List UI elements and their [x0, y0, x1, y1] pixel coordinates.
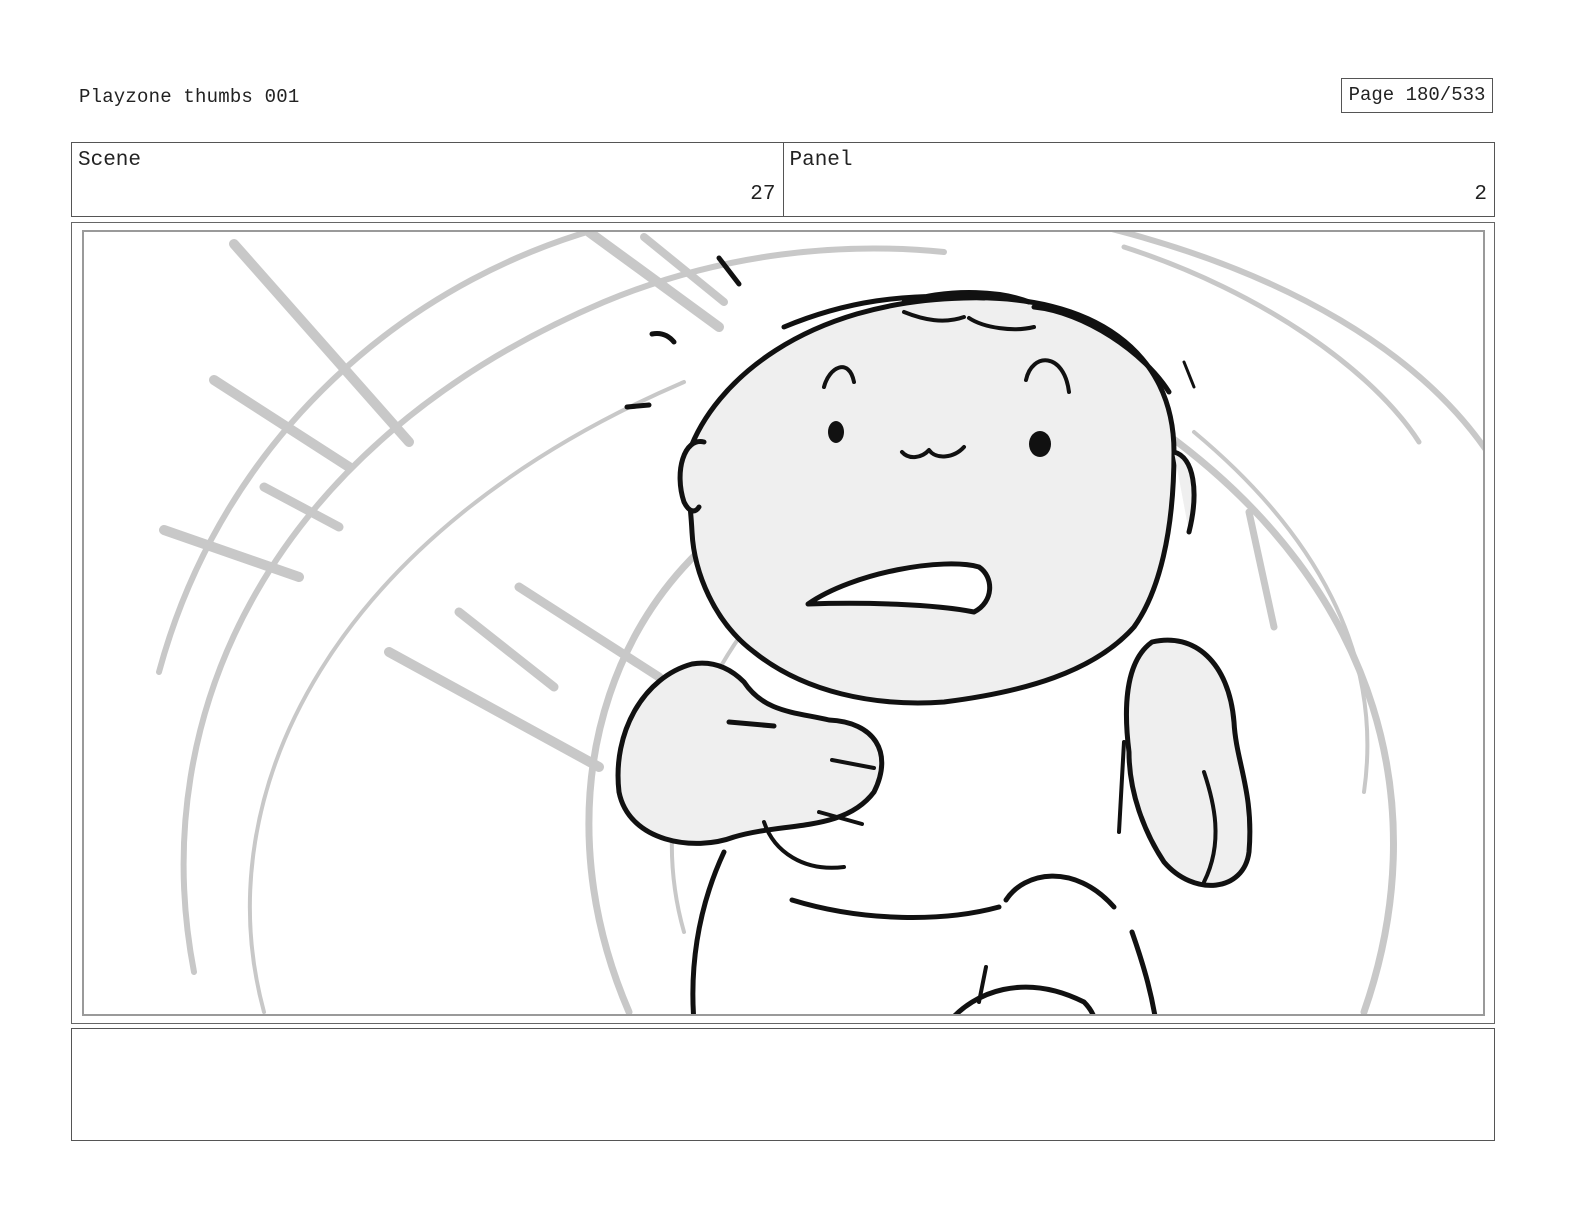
surprise-marks	[624, 255, 742, 410]
storyboard-sketch	[156, 232, 1483, 1014]
scene-panel-row: Scene 27 Panel 2	[71, 142, 1495, 217]
storyboard-frame	[71, 222, 1495, 1024]
scene-number: 27	[750, 183, 776, 206]
panel-cell: Panel 2	[782, 143, 1495, 216]
panel-label: Panel	[789, 149, 853, 172]
panel-number: 2	[1474, 183, 1487, 206]
notes-box	[71, 1028, 1495, 1141]
character-right-arm	[1117, 637, 1253, 888]
document-title: Playzone thumbs 001	[79, 86, 300, 108]
character-head	[677, 290, 1197, 706]
scene-cell: Scene 27	[72, 143, 783, 216]
storyboard-image-area	[82, 230, 1485, 1016]
scene-label: Scene	[78, 149, 142, 172]
character-body	[690, 849, 1158, 1014]
page-indicator: Page 180/533	[1341, 78, 1493, 113]
